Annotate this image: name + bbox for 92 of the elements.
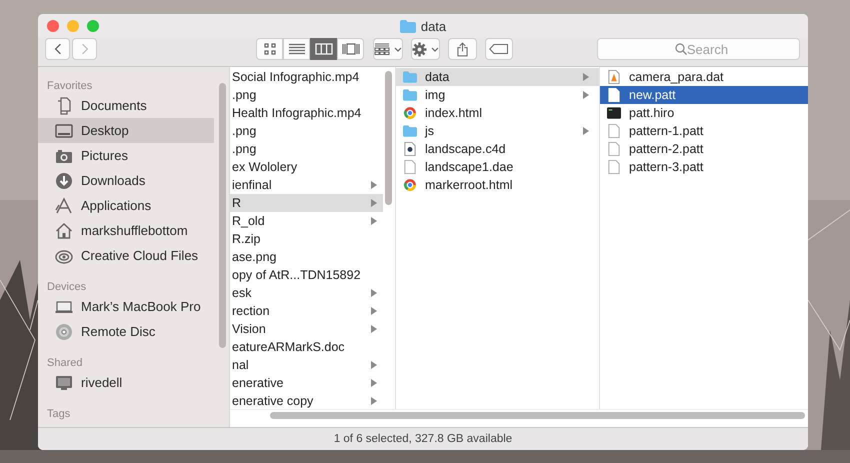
file-row[interactable]: patt.hiro bbox=[600, 104, 808, 122]
sidebar-item[interactable]: Downloads bbox=[38, 168, 214, 193]
folder-icon bbox=[403, 70, 417, 84]
tag-button[interactable] bbox=[484, 38, 513, 60]
sidebar-item[interactable]: Mark’s MacBook Pro bbox=[38, 294, 214, 319]
sidebar-heading: Favorites bbox=[46, 79, 94, 93]
file-row[interactable]: camera_para.dat bbox=[600, 68, 808, 86]
share-button[interactable] bbox=[448, 38, 476, 60]
arrange-icon bbox=[374, 43, 390, 55]
arrange-button[interactable] bbox=[373, 38, 403, 60]
file-row[interactable]: .png bbox=[230, 140, 383, 158]
document-icon bbox=[607, 124, 621, 138]
file-row[interactable]: Vision bbox=[230, 320, 383, 338]
scroll-thumb[interactable] bbox=[219, 83, 226, 348]
file-row[interactable]: js bbox=[396, 122, 599, 140]
document-icon bbox=[607, 142, 621, 156]
file-row[interactable]: opy of AtR...TDN15892 bbox=[230, 266, 383, 284]
file-row[interactable]: .png bbox=[230, 122, 383, 140]
applications-icon bbox=[55, 196, 73, 214]
model-file-icon bbox=[403, 142, 417, 156]
caret-icon bbox=[394, 46, 402, 52]
tag-icon bbox=[488, 44, 509, 54]
sidebar-heading: Devices bbox=[46, 280, 88, 294]
share-icon bbox=[456, 42, 468, 56]
scroll-thumb[interactable] bbox=[385, 71, 392, 205]
sidebar-item[interactable]: Creative Cloud Files bbox=[38, 243, 214, 268]
home-icon bbox=[55, 222, 73, 240]
disc-icon bbox=[55, 322, 73, 340]
file-row[interactable]: ex Wololery bbox=[230, 158, 383, 176]
file-row[interactable]: img bbox=[396, 86, 599, 104]
file-row[interactable]: landscape.c4d bbox=[396, 140, 599, 158]
file-row[interactable]: data bbox=[396, 68, 599, 86]
folder-icon bbox=[400, 20, 416, 32]
columns-icon bbox=[314, 43, 332, 55]
file-row[interactable]: eatureARMarkS.doc bbox=[230, 338, 383, 356]
web-file-icon bbox=[403, 178, 417, 192]
scroll-thumb[interactable] bbox=[270, 412, 805, 419]
document-icon bbox=[403, 160, 417, 174]
cone-file-icon bbox=[607, 70, 621, 84]
file-row[interactable]: pattern-2.patt bbox=[600, 140, 808, 158]
sidebar-item[interactable]: Pictures bbox=[38, 143, 214, 168]
file-row[interactable]: Health Infographic.mp4 bbox=[230, 104, 383, 122]
folder-icon bbox=[403, 124, 417, 138]
search-field[interactable]: Search bbox=[597, 38, 800, 60]
view-mode-button[interactable] bbox=[310, 38, 337, 60]
file-row[interactable]: ienfinal bbox=[230, 176, 383, 194]
file-row[interactable]: pattern-1.patt bbox=[600, 122, 808, 140]
file-row[interactable]: .png bbox=[230, 86, 383, 104]
file-row[interactable]: index.html bbox=[396, 104, 599, 122]
file-row[interactable]: enerative bbox=[230, 374, 383, 392]
file-row[interactable]: R bbox=[230, 194, 383, 212]
sidebar-heading: Shared bbox=[46, 356, 84, 370]
file-row[interactable]: R_old bbox=[230, 212, 383, 230]
sidebar-item[interactable]: Documents bbox=[38, 93, 214, 118]
back-button[interactable] bbox=[45, 38, 70, 60]
sidebar-item[interactable]: Desktop bbox=[38, 118, 214, 143]
documents-icon bbox=[55, 96, 73, 114]
gallery-icon bbox=[342, 43, 360, 55]
web-file-icon bbox=[403, 106, 417, 120]
document-icon bbox=[607, 160, 621, 174]
search-icon bbox=[675, 43, 687, 55]
file-row[interactable]: esk bbox=[230, 284, 383, 302]
sidebar-heading: Tags bbox=[46, 407, 72, 421]
file-row[interactable]: enerative copy bbox=[230, 392, 383, 409]
document-icon bbox=[607, 88, 621, 102]
sidebar-item[interactable]: rivedell bbox=[38, 370, 214, 395]
sidebar-item[interactable]: Remote Disc bbox=[38, 319, 214, 344]
caret-icon bbox=[431, 46, 439, 52]
file-row[interactable]: Social Infographic.mp4 bbox=[230, 68, 383, 86]
desktop-icon bbox=[55, 122, 73, 140]
file-row[interactable]: markerroot.html bbox=[396, 176, 599, 194]
back-icon bbox=[54, 43, 62, 55]
window-title: data bbox=[420, 18, 446, 34]
download-icon bbox=[55, 172, 73, 190]
monitor-icon bbox=[55, 374, 73, 392]
sidebar-item[interactable]: markshufflebottom bbox=[38, 218, 214, 243]
action-button[interactable] bbox=[411, 38, 440, 60]
settings-icon bbox=[412, 42, 427, 56]
file-row[interactable]: landscape1.dae bbox=[396, 158, 599, 176]
file-row[interactable]: new.patt bbox=[600, 86, 808, 104]
list-icon bbox=[288, 43, 306, 55]
file-row[interactable]: nal bbox=[230, 356, 383, 374]
forward-icon bbox=[80, 43, 88, 55]
terminal-icon bbox=[607, 106, 621, 120]
sidebar-item[interactable]: Applications bbox=[38, 193, 214, 218]
file-row[interactable]: ase.png bbox=[230, 248, 383, 266]
folder-icon bbox=[403, 88, 417, 102]
status-bar: 1 of 6 selected, 327.8 GB available bbox=[38, 427, 808, 450]
file-row[interactable]: pattern-3.patt bbox=[600, 158, 808, 176]
close-button[interactable] bbox=[47, 20, 59, 32]
file-row[interactable]: rection bbox=[230, 302, 383, 320]
file-row[interactable]: R.zip bbox=[230, 230, 383, 248]
